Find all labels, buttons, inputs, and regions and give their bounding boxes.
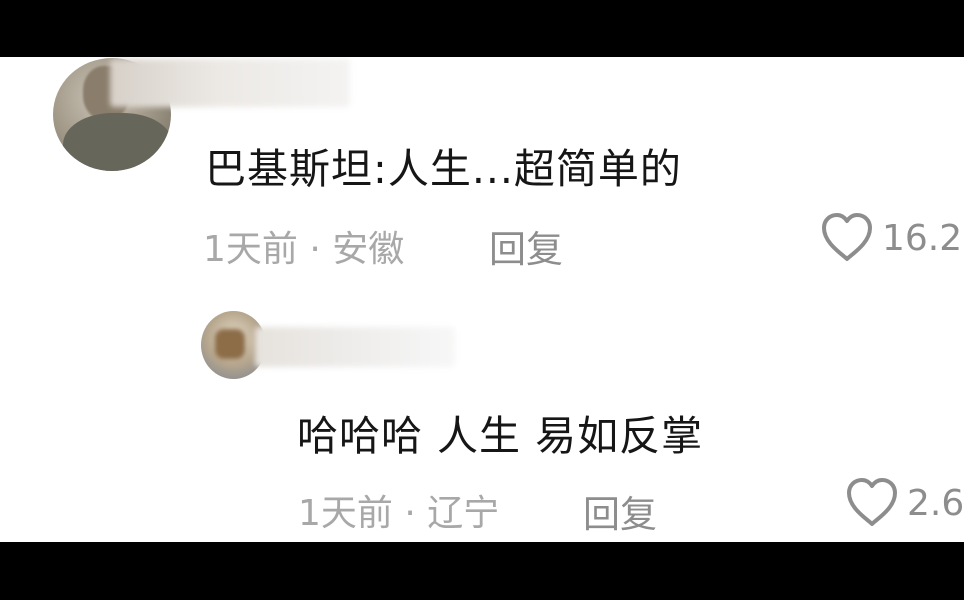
comment-text: 巴基斯坦:人生...超简单的 [205, 145, 682, 193]
avatar-body-shape [63, 113, 171, 171]
like-count: 16.2 [882, 217, 963, 259]
comment-section: 巴基斯坦:人生...超简单的 1天前 · 安徽 回复 16.2 哈哈哈 人生 易… [0, 57, 964, 542]
comment-text: 哈哈哈 人生 易如反掌 [297, 412, 704, 460]
avatar-detail-shape [215, 329, 245, 359]
heart-outline-icon [822, 213, 872, 261]
comment-meta: 1天前 · 安徽 [203, 229, 405, 270]
like-button[interactable]: 2.6 [845, 477, 964, 529]
comment-meta: 1天前 · 辽宁 [298, 493, 500, 534]
blurred-username[interactable] [255, 327, 455, 367]
reply-button[interactable]: 回复 [583, 484, 657, 538]
heart-outline-icon [847, 478, 897, 526]
reply-button[interactable]: 回复 [489, 219, 563, 273]
like-count: 2.6 [907, 482, 964, 524]
video-frame: 巴基斯坦:人生...超简单的 1天前 · 安徽 回复 16.2 哈哈哈 人生 易… [0, 0, 964, 600]
blurred-username[interactable] [110, 59, 350, 107]
like-button[interactable]: 16.2 [820, 212, 962, 264]
